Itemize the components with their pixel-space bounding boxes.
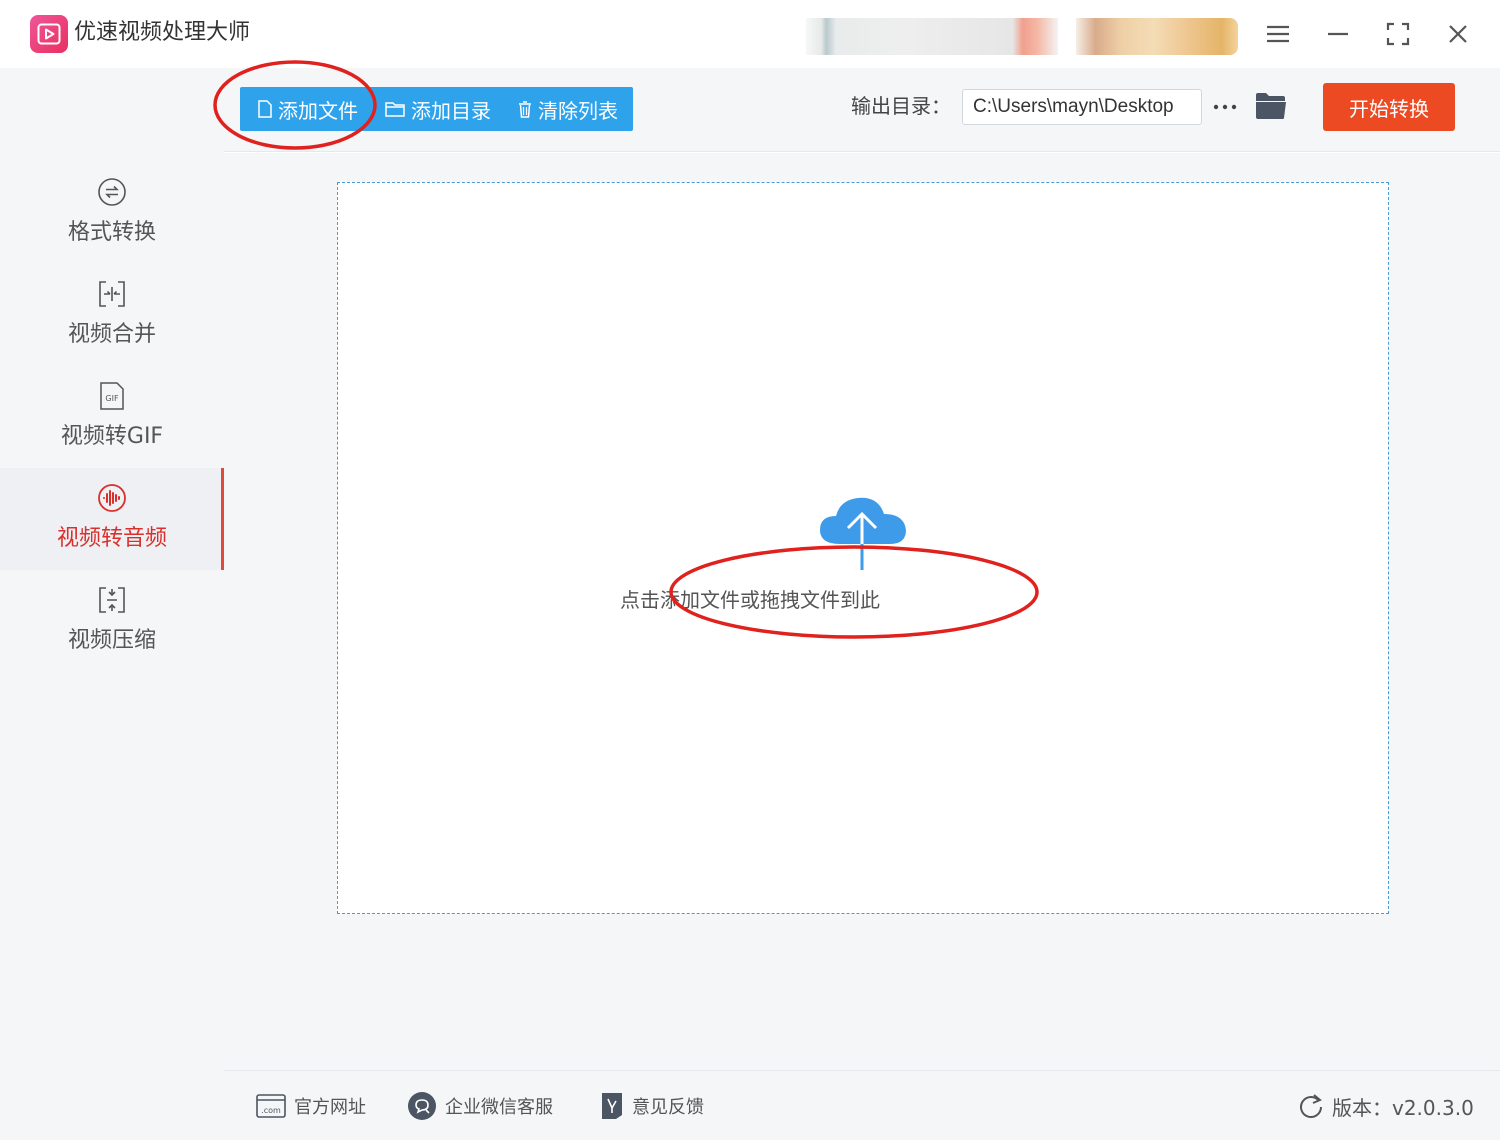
feedback-icon xyxy=(600,1092,624,1120)
menu-button[interactable] xyxy=(1258,14,1298,54)
wechat-chat-icon xyxy=(407,1091,437,1121)
compress-icon xyxy=(96,584,128,616)
close-button[interactable] xyxy=(1438,14,1478,54)
feedback-link[interactable]: 意见反馈 xyxy=(600,1090,704,1122)
clear-list-label: 清除列表 xyxy=(538,98,618,123)
folder-icon xyxy=(1256,93,1286,119)
sidebar-item-label: 视频转GIF xyxy=(60,424,164,449)
trash-icon xyxy=(519,100,531,118)
version-label: 版本：v2.0.3.0 xyxy=(1332,1095,1474,1120)
sidebar-item-video-to-audio[interactable]: 视频转音频 xyxy=(0,468,224,570)
svg-text:.com: .com xyxy=(261,1106,281,1115)
clear-list-button[interactable]: 清除列表 xyxy=(518,87,618,131)
file-icon xyxy=(258,100,272,118)
sidebar-item-label: 视频压缩 xyxy=(67,628,156,653)
sidebar-item-video-merge[interactable]: 视频合并 xyxy=(0,264,224,366)
browse-more-button[interactable] xyxy=(1212,94,1238,120)
app-title: 优速视频处理大师 xyxy=(74,20,251,45)
sidebar-item-label: 格式转换 xyxy=(67,220,156,245)
start-convert-button[interactable]: 开始转换 xyxy=(1323,83,1455,131)
open-folder-button[interactable] xyxy=(1255,92,1287,124)
gif-icon: GIF xyxy=(96,380,128,412)
blurred-vip-badge xyxy=(1076,18,1238,55)
output-dir-field[interactable]: C:\Users\mayn\Desktop xyxy=(962,89,1202,125)
close-icon xyxy=(1449,25,1467,43)
blurred-account-info xyxy=(806,18,1058,55)
merge-icon xyxy=(96,278,128,310)
sidebar-item-format-convert[interactable]: 格式转换 xyxy=(0,162,224,264)
wechat-service-label: 企业微信客服 xyxy=(445,1097,553,1118)
output-dir-label: 输出目录： xyxy=(851,94,951,118)
sidebar-item-label: 视频转音频 xyxy=(56,526,167,551)
app-logo-icon xyxy=(30,15,68,53)
menu-icon xyxy=(1267,25,1289,43)
format-convert-icon xyxy=(96,176,128,208)
add-directory-label: 添加目录 xyxy=(411,98,491,123)
svg-text:GIF: GIF xyxy=(105,394,119,403)
official-website-label: 官方网址 xyxy=(294,1097,366,1118)
add-file-label: 添加文件 xyxy=(278,98,358,123)
minimize-icon xyxy=(1328,32,1348,36)
audio-wave-icon xyxy=(96,482,128,514)
official-website-link[interactable]: .com 官方网址 xyxy=(256,1090,366,1122)
version-info: 版本：v2.0.3.0 xyxy=(1298,1090,1474,1122)
maximize-button[interactable] xyxy=(1378,14,1418,54)
add-directory-button[interactable]: 添加目录 xyxy=(385,87,491,131)
wechat-service-link[interactable]: 企业微信客服 xyxy=(407,1090,553,1122)
add-file-button[interactable]: 添加文件 xyxy=(258,87,358,131)
sidebar-item-video-to-gif[interactable]: GIF 视频转GIF xyxy=(0,366,224,468)
website-icon: .com xyxy=(256,1093,286,1119)
more-dots-icon xyxy=(1213,104,1237,110)
file-button-group: 添加文件 添加目录 清除列表 xyxy=(240,87,633,131)
sidebar: 格式转换 视频合并 GIF 视频转GIF 视频转音频 视频压缩 xyxy=(0,68,224,1140)
sidebar-item-video-compress[interactable]: 视频压缩 xyxy=(0,570,224,672)
minimize-button[interactable] xyxy=(1318,14,1358,54)
folder-outline-icon xyxy=(385,102,405,117)
title-bar: 优速视频处理大师 xyxy=(0,0,1500,68)
cloud-upload-icon xyxy=(818,494,908,576)
refresh-icon xyxy=(1300,1094,1322,1118)
sidebar-item-label: 视频合并 xyxy=(67,322,156,347)
maximize-icon xyxy=(1386,22,1410,46)
feedback-label: 意见反馈 xyxy=(632,1097,704,1118)
